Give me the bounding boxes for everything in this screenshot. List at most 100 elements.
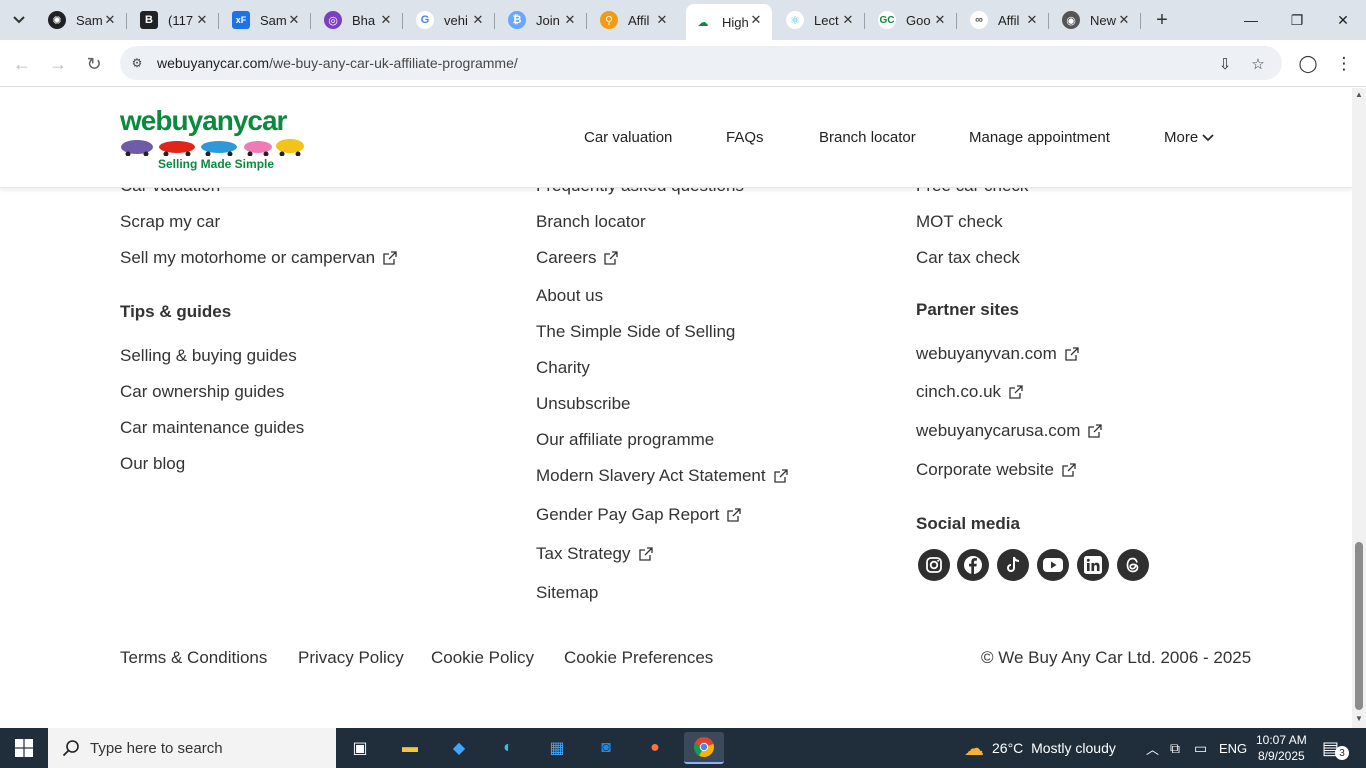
footer-link-simple-side[interactable]: The Simple Side of Selling: [536, 322, 735, 342]
footer-link-charity[interactable]: Charity: [536, 358, 590, 378]
footer-link-tips[interactable]: Selling & buying guides: [120, 346, 297, 366]
close-tab-icon[interactable]: ✕: [562, 12, 578, 28]
footer-link-tips[interactable]: Car maintenance guides: [120, 418, 304, 438]
close-tab-icon[interactable]: ✕: [286, 12, 302, 28]
close-tab-icon[interactable]: ✕: [932, 12, 948, 28]
close-tab-icon[interactable]: ✕: [1116, 12, 1132, 28]
taskbar-search[interactable]: Type here to search: [48, 728, 336, 768]
copilot-icon[interactable]: ◆: [439, 732, 479, 764]
file-explorer-icon[interactable]: ▬: [390, 732, 430, 764]
restore-button[interactable]: ❐: [1274, 6, 1320, 34]
facebook-icon[interactable]: [957, 549, 989, 581]
nav-more[interactable]: More: [1164, 129, 1214, 146]
network-icon[interactable]: ▭: [1194, 728, 1207, 768]
footer-link-about-us[interactable]: About us: [536, 286, 603, 306]
profile-icon[interactable]: ◯: [1296, 52, 1320, 76]
footer-terms-link[interactable]: Terms & Conditions: [120, 648, 267, 668]
footer-link-tax-strategy[interactable]: Tax Strategy: [536, 544, 653, 564]
browser-tab-active[interactable]: ☁ High ✕: [686, 4, 772, 40]
close-tab-icon[interactable]: ✕: [654, 12, 670, 28]
footer-link-scrap-my-car[interactable]: Scrap my car: [120, 212, 220, 232]
footer-link-unsubscribe[interactable]: Unsubscribe: [536, 394, 631, 414]
tiktok-icon[interactable]: [997, 549, 1029, 581]
address-bar[interactable]: ⚙ webuyanycar.com/we-buy-any-car-uk-affi…: [120, 46, 1282, 80]
forward-button[interactable]: →: [44, 50, 72, 78]
meet-now-icon[interactable]: ⧉: [1170, 728, 1180, 768]
scroll-up-icon[interactable]: ▲: [1354, 90, 1364, 100]
footer-link-affiliate[interactable]: Our affiliate programme: [536, 430, 714, 450]
footer-link-blog[interactable]: Our blog: [120, 454, 185, 474]
outlook-icon[interactable]: ◙: [586, 732, 626, 764]
browser-tab[interactable]: GC Goo ✕: [864, 4, 957, 36]
nav-manage-appointment[interactable]: Manage appointment: [969, 129, 1110, 146]
footer-link-branch-locator[interactable]: Branch locator: [536, 212, 646, 232]
nav-faqs[interactable]: FAQs: [726, 129, 764, 146]
new-tab-button[interactable]: +: [1150, 8, 1174, 32]
instagram-icon[interactable]: [918, 549, 950, 581]
footer-cookie-preferences-link[interactable]: Cookie Preferences: [564, 648, 713, 668]
footer-link-tips[interactable]: Car ownership guides: [120, 382, 284, 402]
language-indicator[interactable]: ENG: [1219, 728, 1247, 768]
partner-link[interactable]: Corporate website: [916, 460, 1076, 480]
reload-button[interactable]: ↻: [80, 50, 108, 78]
site-logo[interactable]: webuyanycar Selling Made Simple: [120, 106, 310, 174]
footer-link-careers[interactable]: Careers: [536, 248, 619, 268]
footer-privacy-link[interactable]: Privacy Policy: [298, 648, 404, 668]
footer-link-motorhome[interactable]: Sell my motorhome or campervan: [120, 248, 397, 268]
threads-icon[interactable]: [1117, 549, 1149, 581]
partner-link[interactable]: webuyanyvan.com: [916, 344, 1079, 364]
partner-link[interactable]: cinch.co.uk: [916, 382, 1023, 402]
close-tab-icon[interactable]: ✕: [840, 12, 856, 28]
footer-link-modern-slavery[interactable]: Modern Slavery Act Statement: [536, 466, 788, 486]
bookmark-star-icon[interactable]: ☆: [1247, 53, 1269, 75]
chevron-up-icon[interactable]: ︿: [1146, 728, 1159, 768]
firefox-icon[interactable]: ●: [635, 732, 675, 764]
weather-widget[interactable]: ☁ 26°C Mostly cloudy: [964, 728, 1116, 768]
scroll-down-icon[interactable]: ▼: [1354, 714, 1364, 724]
footer-link-sitemap[interactable]: Sitemap: [536, 583, 598, 603]
footer-link-gender-pay[interactable]: Gender Pay Gap Report: [536, 505, 741, 525]
chrome-taskbar-icon[interactable]: [684, 732, 724, 764]
close-tab-icon[interactable]: ✕: [378, 12, 394, 28]
install-app-icon[interactable]: ⇩: [1214, 53, 1236, 75]
browser-tab[interactable]: xF Sam ✕: [218, 4, 311, 36]
close-tab-icon[interactable]: ✕: [102, 12, 118, 28]
partner-link[interactable]: webuyanycarusa.com: [916, 421, 1103, 441]
scrollbar-thumb[interactable]: [1355, 542, 1363, 710]
tab-search-button[interactable]: [6, 8, 32, 32]
edge-icon[interactable]: ◐: [488, 732, 528, 764]
browser-tab[interactable]: ₿ Join ✕: [494, 4, 587, 36]
youtube-icon[interactable]: [1037, 549, 1069, 581]
minimize-button[interactable]: —: [1228, 6, 1274, 34]
store-icon[interactable]: ▦: [537, 732, 577, 764]
nav-branch-locator[interactable]: Branch locator: [819, 129, 916, 146]
browser-tab[interactable]: ⚲ Affil ✕: [586, 4, 678, 36]
browser-tab[interactable]: G vehi ✕: [402, 4, 495, 36]
close-window-button[interactable]: ✕: [1320, 6, 1366, 34]
browser-tab[interactable]: ✺ Sam ✕: [34, 4, 127, 36]
close-tab-icon[interactable]: ✕: [194, 12, 210, 28]
browser-tab[interactable]: ◉ New ✕: [1048, 4, 1141, 36]
footer-cookie-policy-link[interactable]: Cookie Policy: [431, 648, 534, 668]
nav-car-valuation[interactable]: Car valuation: [584, 129, 672, 146]
close-tab-icon[interactable]: ✕: [470, 12, 486, 28]
site-info-icon[interactable]: ⚙: [128, 54, 146, 72]
browser-tab[interactable]: ◎ Bha ✕: [310, 4, 403, 36]
close-tab-icon[interactable]: ✕: [1024, 12, 1040, 28]
browser-tab[interactable]: ∞ Affil ✕: [956, 4, 1049, 36]
browser-tab[interactable]: ⚛ Lect ✕: [772, 4, 865, 36]
notification-center[interactable]: ▤ 3: [1322, 728, 1350, 768]
footer-link-car-tax-check[interactable]: Car tax check: [916, 248, 1020, 268]
footer-link-mot-check[interactable]: MOT check: [916, 212, 1003, 232]
browser-tab[interactable]: B (117 ✕: [126, 4, 219, 36]
close-tab-icon[interactable]: ✕: [748, 12, 764, 28]
back-button[interactable]: ←: [8, 50, 36, 78]
page-scrollbar[interactable]: ▲ ▼: [1352, 88, 1366, 728]
menu-kebab-icon[interactable]: ⋮: [1332, 52, 1356, 76]
url-text[interactable]: webuyanycar.com/we-buy-any-car-uk-affili…: [157, 55, 518, 71]
start-button[interactable]: [0, 728, 48, 768]
task-view-icon[interactable]: ▣: [340, 732, 380, 764]
clock[interactable]: 10:07 AM 8/9/2025: [1256, 730, 1307, 766]
linkedin-icon[interactable]: [1077, 549, 1109, 581]
logo-tagline: Selling Made Simple: [158, 157, 275, 171]
